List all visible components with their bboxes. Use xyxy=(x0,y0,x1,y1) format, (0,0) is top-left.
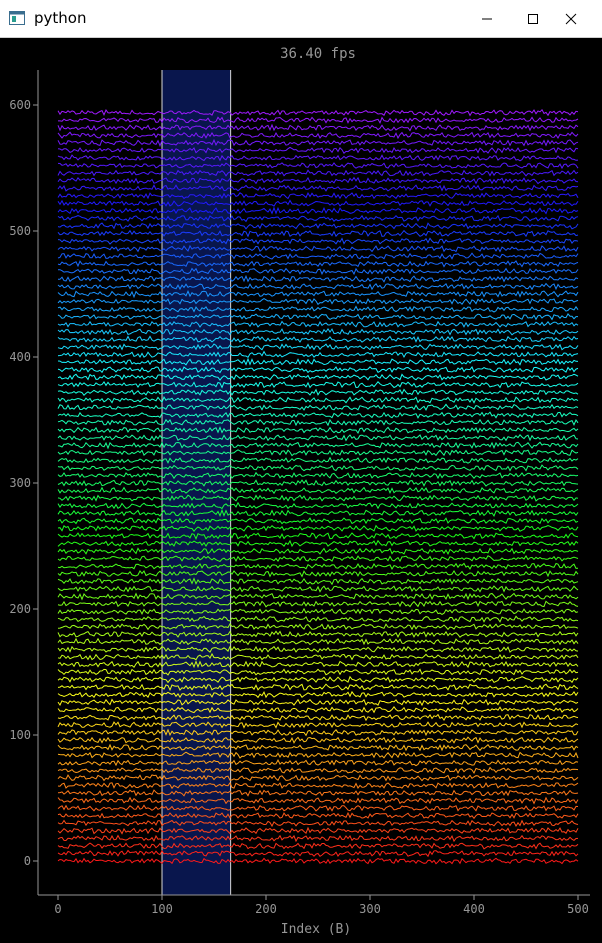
x-tick-label: 300 xyxy=(359,902,381,916)
y-tick-label: 100 xyxy=(9,728,31,742)
x-tick-label: 0 xyxy=(54,902,61,916)
x-axis-label: Index (B) xyxy=(281,922,351,937)
python-app-icon xyxy=(9,11,25,25)
y-tick-label: 400 xyxy=(9,350,31,364)
x-tick-label: 100 xyxy=(151,902,173,916)
x-tick-label: 500 xyxy=(567,902,589,916)
plot-canvas[interactable]: 36.40 fps 0 100 200 300 400 500 600 0 100 200 300 4… xyxy=(0,38,602,939)
maximize-icon xyxy=(528,13,538,24)
x-tick-label: 400 xyxy=(463,902,485,916)
window-title: python xyxy=(34,9,87,27)
close-button[interactable] xyxy=(548,0,594,37)
close-icon xyxy=(565,13,577,24)
minimize-icon xyxy=(482,18,492,19)
x-tick-label: 200 xyxy=(255,902,277,916)
y-tick-label: 600 xyxy=(9,98,31,112)
plot-widget[interactable]: 36.40 fps 0 100 200 300 400 500 600 0 100 200 300 4… xyxy=(0,38,602,939)
minimize-button[interactable] xyxy=(464,0,510,37)
window-titlebar: python xyxy=(0,0,602,38)
y-tick-label: 300 xyxy=(9,476,31,490)
y-tick-label: 200 xyxy=(9,602,31,616)
y-tick-label: 500 xyxy=(9,224,31,238)
y-tick-label: 0 xyxy=(24,854,31,868)
fps-label: 36.40 fps xyxy=(280,46,356,62)
